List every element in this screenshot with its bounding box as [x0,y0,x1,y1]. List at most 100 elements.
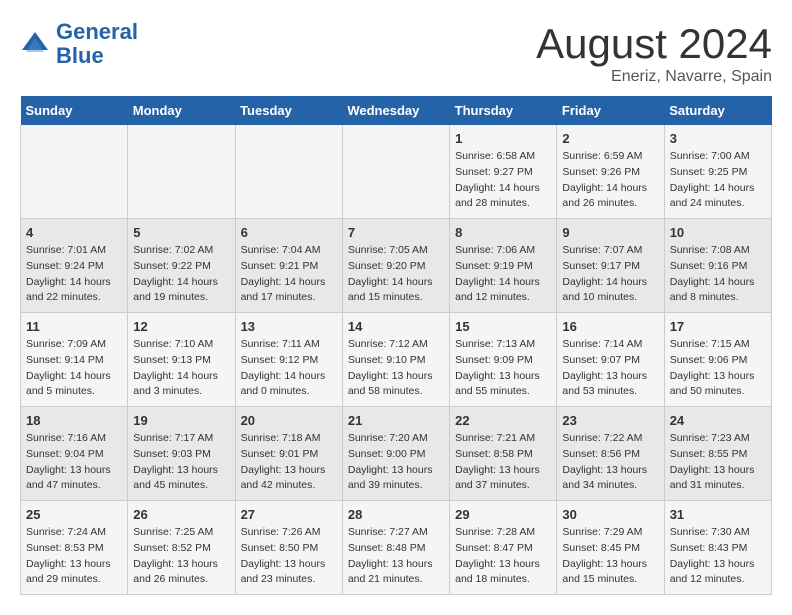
day-cell: 11Sunrise: 7:09 AM Sunset: 9:14 PM Dayli… [21,313,128,407]
day-info: Sunrise: 7:08 AM Sunset: 9:16 PM Dayligh… [670,243,766,306]
weekday-header-row: SundayMondayTuesdayWednesdayThursdayFrid… [21,96,772,125]
day-number: 8 [455,225,551,240]
day-info: Sunrise: 7:05 AM Sunset: 9:20 PM Dayligh… [348,243,444,306]
day-info: Sunrise: 7:02 AM Sunset: 9:22 PM Dayligh… [133,243,229,306]
day-info: Sunrise: 7:00 AM Sunset: 9:25 PM Dayligh… [670,149,766,212]
day-number: 7 [348,225,444,240]
day-number: 27 [241,507,337,522]
day-cell: 1 Sunrise: 6:58 AM Sunset: 9:27 PM Daylig… [450,125,557,219]
day-info: Sunrise: 7:29 AM Sunset: 8:45 PM Dayligh… [562,525,658,588]
day-number: 1 [455,131,551,146]
weekday-header-thursday: Thursday [450,96,557,125]
day-info: Sunrise: 7:25 AM Sunset: 8:52 PM Dayligh… [133,525,229,588]
day-cell: 2Sunrise: 6:59 AM Sunset: 9:26 PM Daylig… [557,125,664,219]
weekday-header-saturday: Saturday [664,96,771,125]
day-cell: 5 Sunrise: 7:02 AM Sunset: 9:22 PM Daylig… [128,219,235,313]
day-number: 16 [562,319,658,334]
week-row-5: 25 Sunrise: 7:24 AM Sunset: 8:53 PM Dayli… [21,501,772,595]
day-info: Sunrise: 7:04 AM Sunset: 9:21 PM Dayligh… [241,243,337,306]
day-cell: 22Sunrise: 7:21 AM Sunset: 8:58 PM Dayli… [450,407,557,501]
day-number: 30 [562,507,658,522]
day-cell: 15Sunrise: 7:13 AM Sunset: 9:09 PM Dayli… [450,313,557,407]
day-number: 10 [670,225,766,240]
day-info: Sunrise: 7:15 AM Sunset: 9:06 PM Dayligh… [670,337,766,400]
day-info: Sunrise: 7:26 AM Sunset: 8:50 PM Dayligh… [241,525,337,588]
day-cell [342,125,449,219]
day-info: Sunrise: 7:11 AM Sunset: 9:12 PM Dayligh… [241,337,337,400]
day-number: 17 [670,319,766,334]
day-info: Sunrise: 7:20 AM Sunset: 9:00 PM Dayligh… [348,431,444,494]
day-cell: 6Sunrise: 7:04 AM Sunset: 9:21 PM Daylig… [235,219,342,313]
calendar-table: SundayMondayTuesdayWednesdayThursdayFrid… [20,96,772,595]
day-number: 20 [241,413,337,428]
day-info: Sunrise: 7:17 AM Sunset: 9:03 PM Dayligh… [133,431,229,494]
logo-line2: Blue [56,43,104,68]
day-info: Sunrise: 7:07 AM Sunset: 9:17 PM Dayligh… [562,243,658,306]
title-area: August 2024 Eneriz, Navarre, Spain [536,20,772,86]
logo-icon [20,30,50,60]
day-info: Sunrise: 7:23 AM Sunset: 8:55 PM Dayligh… [670,431,766,494]
day-cell: 7 Sunrise: 7:05 AM Sunset: 9:20 PM Daylig… [342,219,449,313]
day-number: 9 [562,225,658,240]
day-info: Sunrise: 7:10 AM Sunset: 9:13 PM Dayligh… [133,337,229,400]
week-row-2: 4Sunrise: 7:01 AM Sunset: 9:24 PM Daylig… [21,219,772,313]
day-cell: 29 Sunrise: 7:28 AM Sunset: 8:47 PM Dayli… [450,501,557,595]
day-cell: 27 Sunrise: 7:26 AM Sunset: 8:50 PM Dayli… [235,501,342,595]
day-cell: 9 Sunrise: 7:07 AM Sunset: 9:17 PM Daylig… [557,219,664,313]
day-number: 3 [670,131,766,146]
day-cell: 26Sunrise: 7:25 AM Sunset: 8:52 PM Dayli… [128,501,235,595]
logo: General Blue [20,20,138,68]
day-number: 12 [133,319,229,334]
day-cell: 17 Sunrise: 7:15 AM Sunset: 9:06 PM Dayli… [664,313,771,407]
day-number: 29 [455,507,551,522]
day-info: Sunrise: 7:21 AM Sunset: 8:58 PM Dayligh… [455,431,551,494]
day-cell: 3 Sunrise: 7:00 AM Sunset: 9:25 PM Daylig… [664,125,771,219]
week-row-3: 11Sunrise: 7:09 AM Sunset: 9:14 PM Dayli… [21,313,772,407]
day-info: Sunrise: 7:16 AM Sunset: 9:04 PM Dayligh… [26,431,122,494]
day-info: Sunrise: 7:01 AM Sunset: 9:24 PM Dayligh… [26,243,122,306]
week-row-1: 1 Sunrise: 6:58 AM Sunset: 9:27 PM Daylig… [21,125,772,219]
day-cell: 13Sunrise: 7:11 AM Sunset: 9:12 PM Dayli… [235,313,342,407]
day-cell: 31 Sunrise: 7:30 AM Sunset: 8:43 PM Dayli… [664,501,771,595]
day-info: Sunrise: 7:13 AM Sunset: 9:09 PM Dayligh… [455,337,551,400]
day-info: Sunrise: 7:22 AM Sunset: 8:56 PM Dayligh… [562,431,658,494]
day-number: 19 [133,413,229,428]
day-info: Sunrise: 7:30 AM Sunset: 8:43 PM Dayligh… [670,525,766,588]
day-info: Sunrise: 7:28 AM Sunset: 8:47 PM Dayligh… [455,525,551,588]
month-title: August 2024 [536,20,772,68]
day-number: 31 [670,507,766,522]
day-cell: 10 Sunrise: 7:08 AM Sunset: 9:16 PM Dayli… [664,219,771,313]
day-number: 5 [133,225,229,240]
day-info: Sunrise: 6:58 AM Sunset: 9:27 PM Dayligh… [455,149,551,212]
day-cell: 28Sunrise: 7:27 AM Sunset: 8:48 PM Dayli… [342,501,449,595]
day-number: 28 [348,507,444,522]
day-info: Sunrise: 6:59 AM Sunset: 9:26 PM Dayligh… [562,149,658,212]
weekday-header-friday: Friday [557,96,664,125]
day-cell [128,125,235,219]
day-info: Sunrise: 7:18 AM Sunset: 9:01 PM Dayligh… [241,431,337,494]
day-number: 18 [26,413,122,428]
day-info: Sunrise: 7:24 AM Sunset: 8:53 PM Dayligh… [26,525,122,588]
day-cell: 20 Sunrise: 7:18 AM Sunset: 9:01 PM Dayli… [235,407,342,501]
day-number: 11 [26,319,122,334]
day-info: Sunrise: 7:14 AM Sunset: 9:07 PM Dayligh… [562,337,658,400]
day-cell [21,125,128,219]
weekday-header-wednesday: Wednesday [342,96,449,125]
header: General Blue August 2024 Eneriz, Navarre… [20,20,772,86]
day-info: Sunrise: 7:06 AM Sunset: 9:19 PM Dayligh… [455,243,551,306]
logo-line1: General [56,19,138,44]
day-cell: 14Sunrise: 7:12 AM Sunset: 9:10 PM Dayli… [342,313,449,407]
day-number: 25 [26,507,122,522]
day-cell: 18 Sunrise: 7:16 AM Sunset: 9:04 PM Dayli… [21,407,128,501]
weekday-header-tuesday: Tuesday [235,96,342,125]
day-cell: 21 Sunrise: 7:20 AM Sunset: 9:00 PM Dayli… [342,407,449,501]
day-cell: 19 Sunrise: 7:17 AM Sunset: 9:03 PM Dayli… [128,407,235,501]
day-cell: 24 Sunrise: 7:23 AM Sunset: 8:55 PM Dayli… [664,407,771,501]
week-row-4: 18 Sunrise: 7:16 AM Sunset: 9:04 PM Dayli… [21,407,772,501]
day-number: 24 [670,413,766,428]
day-cell [235,125,342,219]
day-cell: 8 Sunrise: 7:06 AM Sunset: 9:19 PM Daylig… [450,219,557,313]
day-number: 21 [348,413,444,428]
logo-text: General Blue [56,20,138,68]
day-info: Sunrise: 7:12 AM Sunset: 9:10 PM Dayligh… [348,337,444,400]
